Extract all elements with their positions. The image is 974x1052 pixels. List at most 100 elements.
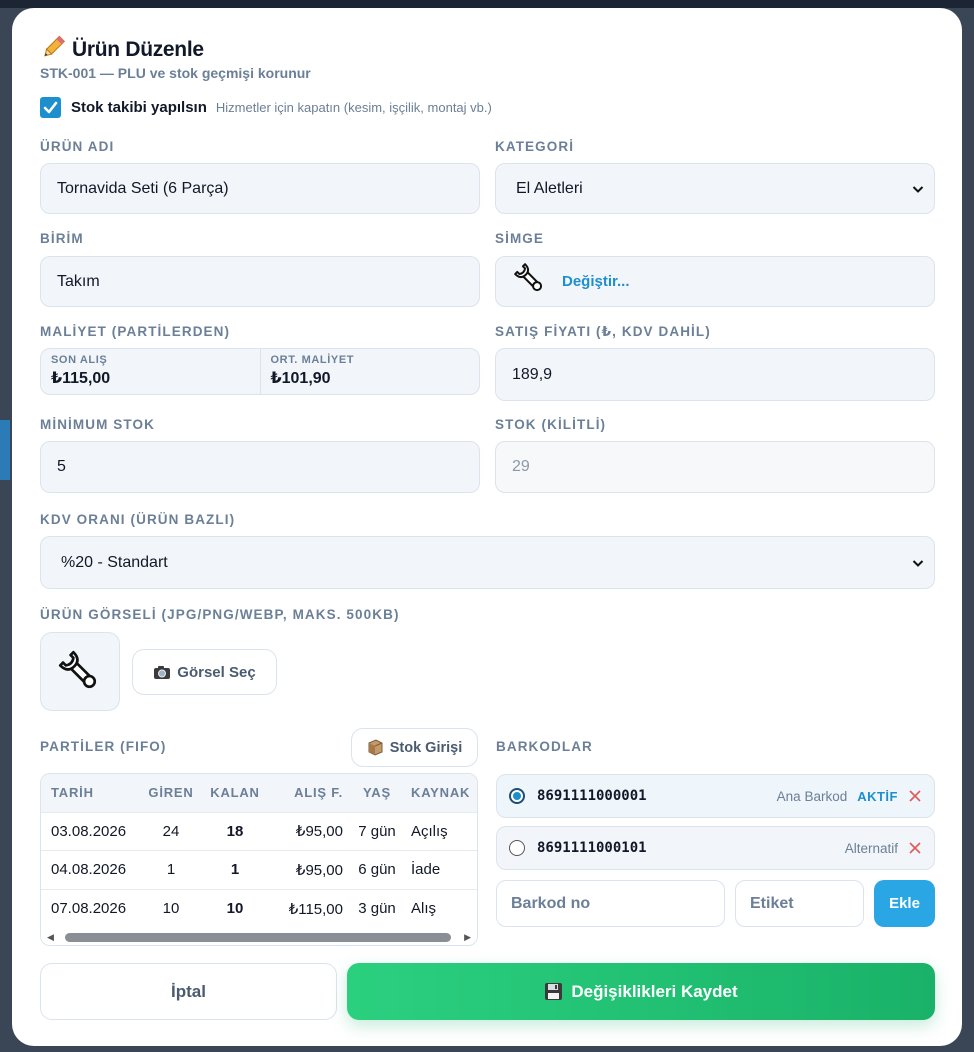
cancel-button[interactable]: İptal	[40, 963, 337, 1020]
avg-cost-cell: ORT. MALİYET ₺101,90	[259, 349, 480, 394]
add-barcode-button[interactable]: Ekle	[874, 880, 935, 927]
delete-barcode-button[interactable]	[908, 789, 922, 803]
backdrop-accent	[0, 420, 10, 480]
table-row: 07.08.2026 10 10 ₺115,00 3 gün Alış	[41, 888, 477, 928]
cell-remaining: 1	[203, 850, 267, 889]
unit-input[interactable]: Takım	[40, 256, 480, 307]
unit-value: Takım	[57, 272, 100, 290]
cell-source: Açılış	[405, 811, 477, 851]
vat-label: KDV ORANI (ÜRÜN BAZLI)	[40, 512, 236, 527]
stock-value: 29	[512, 458, 530, 475]
vat-value: %20 - Standart	[61, 553, 168, 571]
image-label: ÜRÜN GÖRSELİ (JPG/PNG/WEBP, MAKS. 500KB)	[40, 607, 400, 622]
product-image-preview	[40, 632, 120, 711]
barcode-status-badge: AKTİF	[857, 788, 898, 804]
last-purchase-cell: SON ALIŞ ₺115,00	[41, 349, 260, 394]
stock-entry-button[interactable]: Stok Girişi	[351, 728, 478, 767]
barcode-item[interactable]: 8691111000001 Ana Barkod AKTİF	[496, 774, 935, 818]
barcode-primary-radio[interactable]	[509, 788, 525, 804]
wrench-icon	[58, 650, 97, 688]
cell-date: 04.08.2026	[41, 850, 139, 889]
cell-age: 6 gün	[349, 850, 405, 889]
chevron-down-icon	[912, 185, 924, 193]
save-changes-label: Değişiklikleri Kaydet	[571, 981, 738, 1001]
select-image-button[interactable]: Görsel Seç	[132, 649, 277, 695]
col-source: KAYNAK	[411, 785, 471, 801]
icon-picker[interactable]: Değiştir...	[495, 256, 935, 307]
cell-remaining: 10	[203, 888, 267, 928]
cell-remaining: 18	[203, 811, 267, 851]
category-select[interactable]: El Aletleri	[495, 163, 935, 214]
avg-cost-value: ₺101,90	[270, 370, 331, 387]
vat-select[interactable]: %20 - Standart	[40, 536, 935, 589]
pencil-icon	[40, 34, 66, 65]
cell-age: 3 gün	[349, 888, 405, 928]
last-purchase-value: ₺115,00	[51, 370, 111, 387]
scroll-right-arrow-icon[interactable]: ▶	[464, 932, 471, 943]
barcode-number-input[interactable]: Barkod no	[496, 880, 725, 927]
barcode-primary-radio[interactable]	[509, 840, 525, 856]
backdrop	[0, 0, 974, 8]
cost-label: MALİYET (PARTİLERDEN)	[40, 324, 231, 339]
stock-input-locked: 29	[495, 441, 935, 493]
delete-barcode-button[interactable]	[908, 841, 922, 855]
col-in: GİREN	[148, 785, 194, 801]
name-input[interactable]: Tornavida Seti (6 Parça)	[40, 163, 480, 214]
floppy-disk-icon	[545, 983, 563, 1000]
min-stock-label: MİNİMUM STOK	[40, 417, 155, 432]
barcode-number-placeholder: Barkod no	[511, 894, 591, 912]
select-image-label: Görsel Seç	[177, 663, 256, 681]
scroll-left-arrow-icon[interactable]: ◀	[47, 932, 54, 943]
table-horizontal-scrollbar[interactable]: ◀ ▶	[41, 929, 477, 945]
price-label: SATIŞ FİYATI (₺, KDV DAHİL)	[495, 324, 711, 339]
col-age: YAŞ	[363, 785, 391, 801]
barcode-label-input[interactable]: Etiket	[735, 880, 864, 927]
barcode-code: 8691111000101	[537, 840, 647, 856]
scrollbar-thumb[interactable]	[65, 933, 451, 942]
barcode-tag: Ana Barkod	[776, 788, 848, 804]
dialog-title: Ürün Düzenle	[72, 37, 204, 61]
name-label: ÜRÜN ADI	[40, 139, 115, 154]
stock-label: STOK (KİLİTLİ)	[495, 417, 607, 432]
add-barcode-label: Ekle	[889, 895, 920, 912]
box-icon	[368, 739, 383, 756]
cell-date: 03.08.2026	[41, 811, 139, 851]
barcode-label-placeholder: Etiket	[750, 894, 794, 912]
stock-tracking-row: Stok takibi yapılsın Hizmetler için kapa…	[40, 97, 492, 118]
cell-in: 24	[139, 811, 203, 851]
stock-entry-label: Stok Girişi	[389, 739, 463, 756]
table-row: 04.08.2026 1 1 ₺95,00 6 gün İade	[41, 850, 477, 889]
table-header-row: TARİH GİREN KALAN ALIŞ F. YAŞ KAYNAK	[41, 774, 477, 812]
category-value: El Aletleri	[516, 179, 583, 197]
avg-cost-label: ORT. MALİYET	[270, 354, 355, 366]
chevron-down-icon	[912, 559, 924, 567]
edit-product-dialog: Ürün Düzenle STK-001 — PLU ve stok geçmi…	[12, 8, 962, 1046]
table-row: 03.08.2026 24 18 ₺95,00 7 gün Açılış	[41, 811, 477, 851]
stock-tracking-checkbox[interactable]	[40, 97, 61, 118]
cell-in: 1	[139, 850, 203, 889]
price-input[interactable]: 189,9	[495, 348, 935, 401]
barcode-tag: Alternatif	[844, 840, 898, 856]
min-stock-value: 5	[57, 458, 66, 475]
cell-source: İade	[405, 850, 477, 889]
cell-in: 10	[139, 888, 203, 928]
last-purchase-label: SON ALIŞ	[51, 354, 108, 366]
close-icon	[909, 842, 921, 854]
cell-purchase-price: ₺95,00	[267, 850, 349, 889]
save-changes-button[interactable]: Değişiklikleri Kaydet	[347, 963, 935, 1020]
change-icon-link[interactable]: Değiştir...	[562, 273, 630, 290]
cost-summary: SON ALIŞ ₺115,00 ORT. MALİYET ₺101,90	[40, 348, 480, 395]
wrench-icon	[512, 261, 548, 302]
cancel-label: İptal	[171, 981, 206, 1001]
price-value: 189,9	[512, 365, 553, 383]
barcode-item[interactable]: 8691111000101 Alternatif	[496, 826, 935, 870]
cell-source: Alış	[405, 888, 477, 928]
icon-label: SİMGE	[495, 231, 545, 246]
min-stock-input[interactable]: 5	[40, 441, 480, 493]
batches-table: TARİH GİREN KALAN ALIŞ F. YAŞ KAYNAK 03.…	[40, 773, 478, 946]
unit-label: BİRİM	[40, 231, 84, 246]
stock-tracking-label[interactable]: Stok takibi yapılsın	[71, 99, 207, 116]
dialog-subtitle: STK-001 — PLU ve stok geçmişi korunur	[40, 65, 311, 81]
checkmark-icon	[43, 101, 58, 114]
close-icon	[909, 790, 921, 802]
